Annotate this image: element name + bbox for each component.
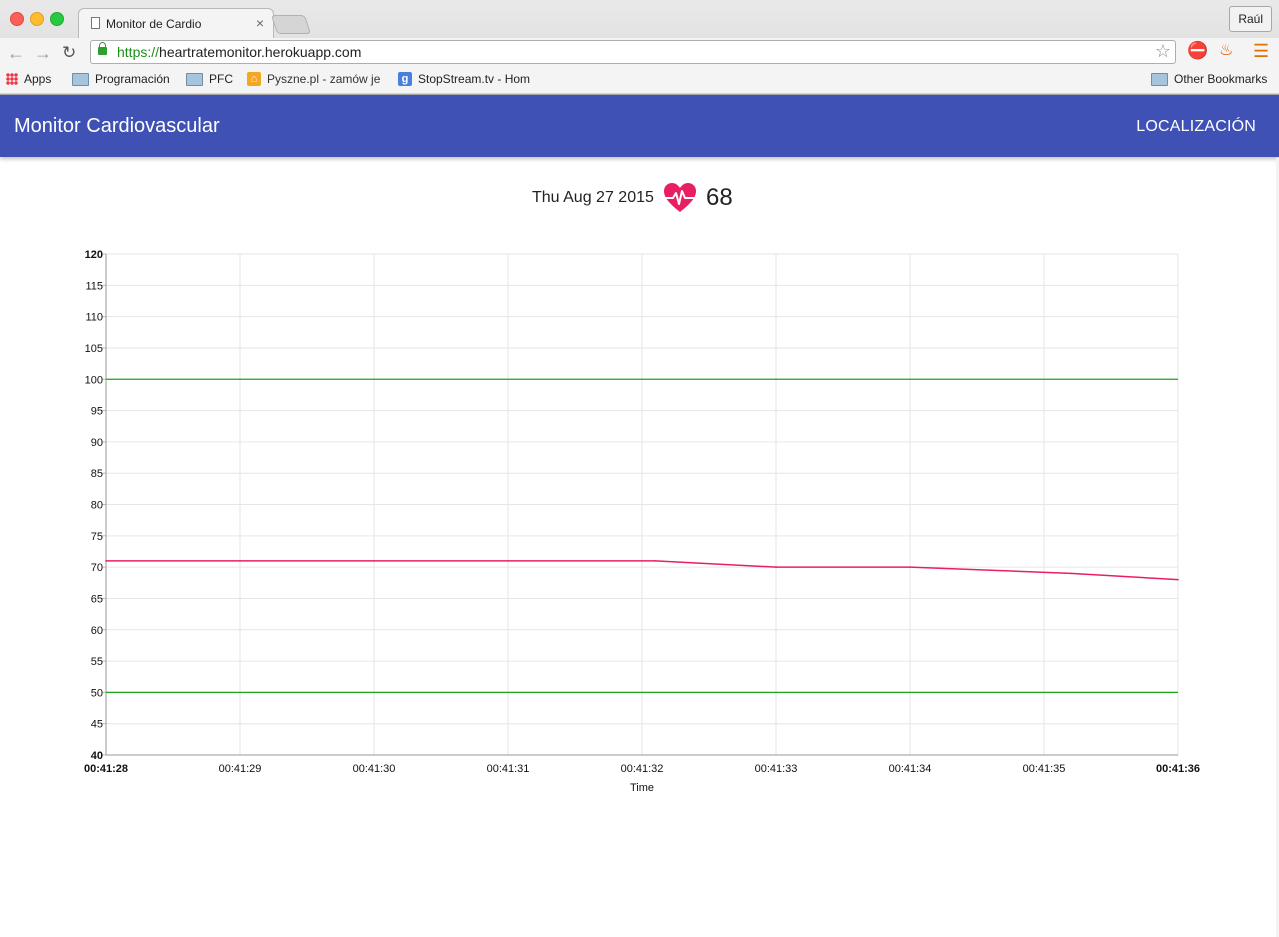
heart-rate-point (909, 566, 911, 568)
x-tick-label: 00:41:35 (1023, 763, 1066, 775)
y-tick-label: 60 (91, 625, 103, 637)
x-tick-label: 00:41:33 (755, 763, 798, 775)
apps-grid-icon (6, 73, 18, 85)
x-tick-label: 00:41:29 (219, 763, 262, 775)
heart-rate-status: Thu Aug 27 2015 68 (0, 182, 1279, 218)
y-tick-label: 90 (91, 437, 103, 449)
lock-icon (98, 42, 107, 55)
reload-icon[interactable]: ↻ (62, 43, 76, 63)
url-scheme: https:// (117, 44, 160, 60)
bookmark-star-icon[interactable]: ☆ (1155, 41, 1171, 62)
bookmark-pyszne[interactable]: ⌂ Pyszne.pl - zamów je (247, 72, 380, 86)
heart-rate-point (373, 560, 375, 562)
y-tick-label: 45 (91, 719, 103, 731)
url-host: heartratemonitor.herokuapp.com (159, 44, 362, 60)
y-tick-label: 100 (85, 374, 103, 386)
heart-rate-point (105, 560, 107, 562)
maximize-window-button[interactable] (50, 12, 64, 26)
heart-rate-point (654, 560, 657, 562)
current-date: Thu Aug 27 2015 (532, 189, 654, 206)
folder-icon (186, 72, 203, 86)
browser-toolbar: ← → ↻ https://heartratemonitor.herokuapp… (0, 38, 1279, 68)
y-tick-label: 50 (91, 687, 103, 699)
other-bookmarks-label: Other Bookmarks (1174, 72, 1268, 86)
y-tick-label: 120 (85, 249, 103, 261)
address-bar[interactable]: https://heartratemonitor.herokuapp.com ☆ (90, 40, 1176, 64)
url-text[interactable]: https://heartratemonitor.herokuapp.com (117, 44, 361, 60)
y-tick-label: 55 (91, 656, 103, 668)
minimize-window-button[interactable] (30, 12, 44, 26)
bookmark-pfc[interactable]: PFC (186, 72, 233, 86)
location-button[interactable]: LOCALIZACIÓN (1136, 118, 1256, 136)
x-tick-label: 00:41:30 (353, 763, 396, 775)
bookmark-label: Pyszne.pl - zamów je (267, 72, 381, 86)
tab-title: Monitor de Cardio (106, 17, 202, 31)
y-tick-label: 65 (91, 593, 103, 605)
y-tick-label: 110 (85, 312, 103, 324)
y-tick-label: 40 (91, 750, 103, 762)
back-arrow-icon[interactable]: ← (7, 43, 25, 63)
x-tick-label: 00:41:31 (487, 763, 530, 775)
new-tab-button[interactable] (270, 15, 312, 34)
heart-rate-chart: 40 45 50 55 60 65 70 75 80 85 90 95 100 105 110 115 120 0… (84, 249, 1200, 794)
folder-icon (72, 72, 89, 86)
flame-extension-icon[interactable]: ♨ (1219, 42, 1233, 60)
browser-chrome: Monitor de Cardio × Raúl ← → ↻ https://h… (0, 0, 1279, 95)
heart-rate-point (1177, 578, 1179, 581)
app-header: Monitor Cardiovascular LOCALIZACIÓN (0, 95, 1279, 157)
pyszne-favicon: ⌂ (247, 72, 261, 86)
y-tick-label: 70 (91, 562, 103, 574)
google-favicon: g (398, 72, 412, 86)
app-title: Monitor Cardiovascular (14, 115, 220, 137)
y-tick-label: 75 (91, 531, 103, 543)
document-icon (91, 17, 100, 29)
browser-tab[interactable]: Monitor de Cardio × (78, 8, 274, 39)
bookmark-label: StopStream.tv - Hom (418, 72, 531, 86)
x-tick-label: 00:41:32 (621, 763, 664, 775)
x-axis-label: Time (630, 782, 654, 794)
profile-button[interactable]: Raúl (1229, 6, 1272, 32)
bookmark-label: Programación (95, 72, 170, 86)
bookmark-label: PFC (209, 72, 233, 86)
y-tick-label: 85 (91, 468, 103, 480)
tab-bar: Monitor de Cardio × Raúl (0, 0, 1279, 39)
y-tick-label: 95 (91, 406, 103, 418)
other-bookmarks[interactable]: Other Bookmarks (1151, 72, 1267, 86)
bookmark-apps[interactable]: Apps (6, 72, 51, 86)
forward-arrow-icon[interactable]: → (34, 43, 52, 63)
bookmark-label: Apps (24, 72, 52, 86)
adblock-icon[interactable]: ⛔ (1187, 42, 1208, 60)
x-tick-label: 00:41:28 (84, 763, 128, 775)
x-tick-label: 00:41:36 (1156, 763, 1200, 775)
close-window-button[interactable] (10, 12, 24, 26)
y-tick-label: 80 (91, 500, 103, 512)
y-tick-label: 105 (85, 343, 103, 355)
folder-icon (1151, 72, 1168, 86)
bookmark-stopstream[interactable]: g StopStream.tv - Hom (398, 72, 530, 86)
close-tab-icon[interactable]: × (256, 15, 264, 31)
bpm-value: 68 (706, 184, 733, 211)
bookmark-programacion[interactable]: Programación (72, 72, 170, 86)
heart-rate-point (775, 566, 777, 568)
heart-rate-point (1070, 572, 1072, 575)
heart-rate-point (507, 560, 509, 562)
bookmarks-bar: Apps Programación PFC ⌂ Pyszne.pl - zamów… (0, 68, 1279, 93)
x-tick-label: 00:41:34 (889, 763, 932, 775)
y-tick-label: 115 (85, 280, 103, 292)
menu-icon[interactable]: ☰ (1253, 42, 1269, 60)
heart-rate-point (239, 560, 241, 562)
heart-rate-icon (664, 183, 696, 212)
